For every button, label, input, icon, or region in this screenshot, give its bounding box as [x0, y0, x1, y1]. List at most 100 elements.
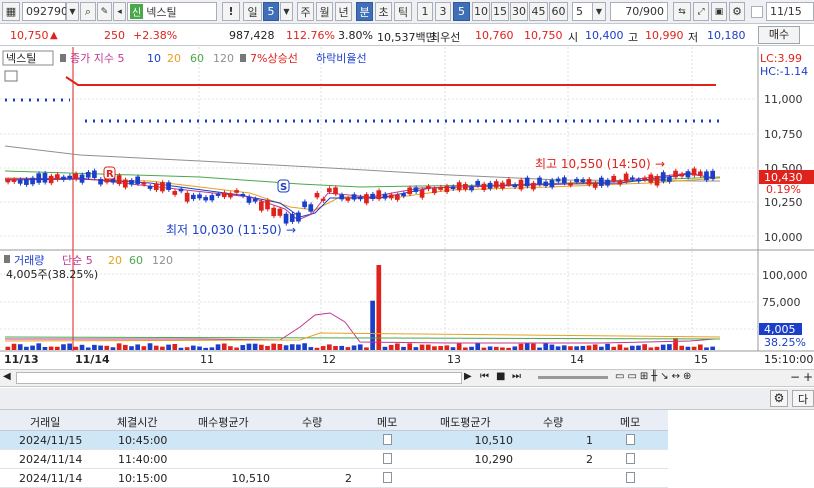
volume-bar [147, 343, 153, 350]
play-first-icon[interactable]: ⏮ [480, 371, 489, 382]
table-row[interactable]: 2024/11/14 11:40:00 10,290 2 [0, 450, 668, 469]
candle [48, 175, 54, 184]
volume-bar [710, 346, 715, 350]
interval-15[interactable]: 15 [491, 2, 509, 21]
volume-bar [302, 343, 307, 350]
period-second-button[interactable]: 초 [375, 2, 392, 21]
candle [611, 175, 617, 182]
scroll-left-icon[interactable]: ◀ [3, 371, 11, 382]
x-label-15: 15 [694, 353, 708, 366]
volume-bar [574, 346, 579, 350]
period-dropdown-icon[interactable]: ▼ [280, 2, 293, 21]
period-week-button[interactable]: 주 [297, 2, 314, 21]
interval-1[interactable]: 1 [417, 2, 433, 21]
scroll-track[interactable] [16, 372, 462, 384]
gear-icon-2[interactable]: ⚙ [770, 390, 788, 407]
drawing-tools-icon[interactable]: ▭▭⊞╫↘↔⊕ [615, 371, 694, 382]
volume-bar [326, 344, 332, 350]
col-time: 체결시간 [117, 416, 158, 429]
candle [660, 172, 666, 182]
zoom-out-icon[interactable]: − [790, 370, 800, 384]
save-icon[interactable]: ▣ [711, 2, 727, 21]
candle [320, 198, 326, 201]
buy-memo-icon[interactable] [383, 453, 392, 464]
sell-memo-icon[interactable] [626, 453, 635, 464]
candle [234, 190, 239, 193]
period-minute-button[interactable]: 분 [356, 2, 373, 21]
interval-3[interactable]: 3 [435, 2, 451, 21]
chart-scrollbar[interactable]: ◀ ▶ ⏮ ■ ⏭ ▭▭⊞╫↘↔⊕ − + [0, 369, 814, 387]
high-label: 고 [628, 31, 639, 44]
volume-bar [456, 343, 462, 350]
zoom-slider[interactable] [538, 376, 608, 379]
volume-bar [240, 345, 246, 350]
volume-bar [283, 345, 289, 350]
search-icon[interactable]: ⌕ [80, 2, 96, 21]
legend-band1: 7%상승선 [250, 52, 298, 65]
volume-bar [561, 345, 567, 350]
table-row[interactable]: 2024/11/15 10:45:00 10,510 1 [0, 431, 668, 450]
table-row[interactable]: 2024/11/14 10:15:00 10,510 2 [0, 469, 668, 488]
cell-sell-avg: 10,290 [474, 453, 514, 466]
gear-icon[interactable]: ⚙ [729, 2, 745, 21]
volume-bar [320, 346, 326, 350]
interval-dropdown-icon[interactable]: ▼ [592, 2, 606, 21]
candle [215, 193, 221, 196]
period-tick-button[interactable]: 틱 [394, 2, 412, 21]
chart-menu-icon[interactable]: ▦ [2, 2, 20, 21]
volume-bar [153, 345, 159, 350]
buy-memo-icon[interactable] [383, 472, 392, 483]
low-price: 10,180 [707, 29, 746, 42]
date-checkbox[interactable] [751, 6, 763, 18]
period-num[interactable]: 5 [263, 2, 279, 21]
volume-bar [617, 344, 623, 350]
volume-bar [351, 345, 357, 350]
stock-name-field[interactable]: 신 넥스틸 [127, 2, 217, 21]
volume-bar [42, 346, 48, 350]
candle [481, 183, 487, 191]
stock-code-input[interactable]: 092790 [22, 2, 68, 21]
period-day-button[interactable]: 일 [243, 2, 262, 21]
interval-60[interactable]: 60 [549, 2, 568, 21]
extra-button[interactable]: 다 [792, 390, 814, 407]
candle [221, 192, 227, 198]
code-dropdown-icon[interactable]: ▼ [66, 2, 79, 21]
play-last-icon[interactable]: ⏭ [512, 371, 521, 382]
info-button[interactable]: ! [222, 2, 240, 21]
scroll-right-icon[interactable]: ▶ [464, 371, 472, 382]
stop-icon[interactable]: ■ [496, 371, 505, 382]
count-field[interactable]: 70/900 [610, 2, 668, 21]
period-month-button[interactable]: 월 [316, 2, 333, 21]
sell-memo-icon[interactable] [626, 472, 635, 483]
volume-bar [475, 343, 481, 350]
candle [636, 179, 641, 182]
cell-buy-avg: 10,510 [231, 472, 271, 485]
candle [36, 173, 42, 183]
candle [500, 182, 505, 189]
period-year-button[interactable]: 년 [335, 2, 352, 21]
col-buy-memo: 메모 [377, 416, 398, 429]
volume-bar [580, 345, 586, 350]
zoom-icon[interactable]: ⤢ [693, 2, 709, 21]
edit-icon[interactable]: ✎ [97, 2, 112, 21]
volume-bar [36, 343, 42, 350]
volume-bar [48, 346, 54, 350]
interval-10[interactable]: 10 [472, 2, 490, 21]
buy-button[interactable]: 매수 [758, 26, 800, 44]
interval-5[interactable]: 5 [453, 2, 470, 21]
sell-memo-icon[interactable] [626, 434, 635, 445]
candle [357, 196, 363, 200]
compare-icon[interactable]: ⇆ [673, 2, 691, 21]
interval-30[interactable]: 30 [510, 2, 528, 21]
buy-memo-icon[interactable] [383, 434, 392, 445]
volume-bar [654, 346, 660, 350]
prev-icon[interactable]: ◂ [113, 2, 126, 21]
up-arrow-icon: ▲ [50, 30, 58, 41]
zoom-in-icon[interactable]: + [803, 370, 813, 384]
candle [197, 194, 202, 199]
date-field[interactable]: 11/15 [766, 2, 814, 21]
interval-45[interactable]: 45 [529, 2, 548, 21]
price-chart[interactable]: 최고 10,550 (14:50) → 최저 10,030 (11:50) → … [0, 47, 814, 369]
candle [425, 186, 431, 190]
candle [147, 186, 153, 189]
